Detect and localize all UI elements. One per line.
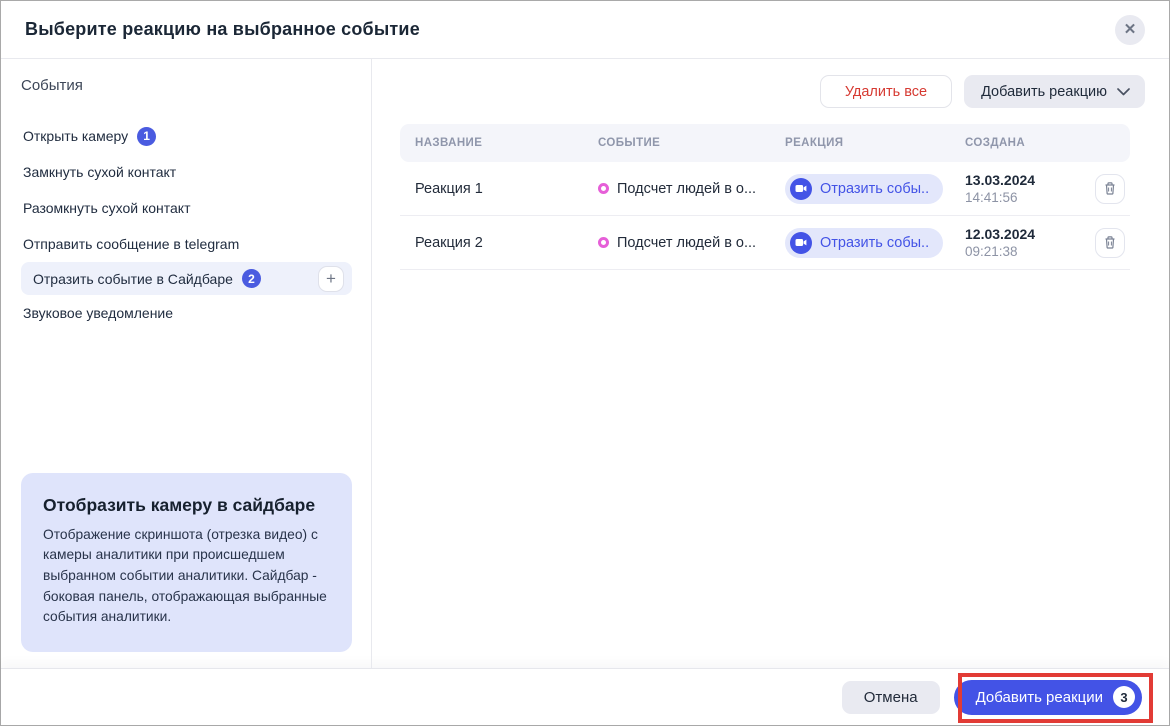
trash-icon <box>1103 181 1117 196</box>
sidebar-item-sound-notification[interactable]: Звуковое уведомление <box>1 295 371 331</box>
add-reaction-dropdown-button[interactable]: Добавить реакцию <box>964 75 1145 108</box>
modal-title: Выберите реакцию на выбранное событие <box>25 19 420 40</box>
reaction-cell: Отразить собы... <box>770 228 950 258</box>
sidebar-item-show-in-sidebar[interactable]: Отразить событие в Сайдбаре 2 + <box>21 262 352 295</box>
sidebar-item-open-dry-contact[interactable]: Разомкнуть сухой контакт <box>1 190 371 226</box>
add-reactions-label: Добавить реакции <box>976 689 1103 706</box>
created-date: 13.03.2024 <box>965 172 1075 188</box>
event-cell: Подсчет людей в о... <box>583 181 770 197</box>
sidebar-item-open-camera[interactable]: Открыть камеру 1 <box>1 118 371 154</box>
event-item-label: Отразить событие в Сайдбаре <box>33 271 233 287</box>
created-date: 12.03.2024 <box>965 226 1075 242</box>
sidebar-heading: События <box>1 77 371 94</box>
event-type-ring-icon <box>598 237 609 248</box>
sidebar-item-send-telegram[interactable]: Отправить сообщение в telegram <box>1 226 371 262</box>
count-badge: 2 <box>242 269 261 288</box>
reaction-pill[interactable]: Отразить собы... <box>785 174 943 204</box>
event-cell: Подсчет людей в о... <box>583 235 770 251</box>
event-item-label: Отправить сообщение в telegram <box>23 236 239 252</box>
event-item-label: Звуковое уведомление <box>23 305 173 321</box>
camera-icon <box>790 232 812 254</box>
close-button[interactable]: ✕ <box>1115 15 1145 45</box>
add-reaction-plus-button[interactable]: + <box>318 266 344 292</box>
created-time: 09:21:38 <box>965 244 1075 259</box>
add-reactions-button[interactable]: Добавить реакции 3 <box>954 680 1142 715</box>
camera-icon <box>790 178 812 200</box>
table-row: Реакция 1 Подсчет людей в о... <box>400 162 1130 216</box>
event-list: Открыть камеру 1 Замкнуть сухой контакт … <box>1 118 371 331</box>
count-badge: 1 <box>137 127 156 146</box>
reaction-pill-label: Отразить собы... <box>820 181 930 197</box>
column-header-name: НАЗВАНИЕ <box>400 137 583 149</box>
reactions-table: НАЗВАНИЕ СОБЫТИЕ РЕАКЦИЯ СОЗДАНА Реакция… <box>400 124 1130 270</box>
reaction-cell: Отразить собы... <box>770 174 950 204</box>
event-name: Подсчет людей в о... <box>617 181 756 197</box>
event-name: Подсчет людей в о... <box>617 235 756 251</box>
column-header-created: СОЗДАНА <box>950 137 1075 149</box>
modal-header: Выберите реакцию на выбранное событие ✕ <box>1 1 1169 59</box>
info-card-title: Отобразить камеру в сайдбаре <box>43 495 332 516</box>
actions-cell <box>1075 174 1130 204</box>
created-time: 14:41:56 <box>965 190 1075 205</box>
trash-icon <box>1103 235 1117 250</box>
reaction-pill-label: Отразить собы... <box>820 235 930 251</box>
add-reaction-dropdown-label: Добавить реакцию <box>981 84 1107 100</box>
event-type-ring-icon <box>598 183 609 194</box>
close-icon: ✕ <box>1124 22 1137 37</box>
modal-body: События Открыть камеру 1 Замкнуть сухой … <box>1 59 1169 668</box>
sidebar-item-close-dry-contact[interactable]: Замкнуть сухой контакт <box>1 154 371 190</box>
events-sidebar: События Открыть камеру 1 Замкнуть сухой … <box>1 59 372 668</box>
delete-all-button[interactable]: Удалить все <box>820 75 952 108</box>
reaction-modal: Выберите реакцию на выбранное событие ✕ … <box>0 0 1170 726</box>
event-item-label: Разомкнуть сухой контакт <box>23 200 191 216</box>
chevron-down-icon <box>1117 88 1130 96</box>
created-cell: 12.03.2024 09:21:38 <box>950 226 1075 259</box>
table-header-row: НАЗВАНИЕ СОБЫТИЕ РЕАКЦИЯ СОЗДАНА <box>400 124 1130 162</box>
cancel-button[interactable]: Отмена <box>842 681 940 714</box>
reaction-name: Реакция 1 <box>400 181 583 197</box>
actions-cell <box>1075 228 1130 258</box>
column-header-event: СОБЫТИЕ <box>583 137 770 149</box>
count-badge: 3 <box>1113 686 1135 708</box>
event-item-label: Замкнуть сухой контакт <box>23 164 176 180</box>
modal-footer: Отмена Добавить реакции 3 <box>1 668 1169 725</box>
toolbar: Удалить все Добавить реакцию <box>372 75 1145 108</box>
reaction-name: Реакция 2 <box>400 235 583 251</box>
created-cell: 13.03.2024 14:41:56 <box>950 172 1075 205</box>
column-header-reaction: РЕАКЦИЯ <box>770 137 950 149</box>
delete-row-button[interactable] <box>1095 228 1125 258</box>
table-row: Реакция 2 Подсчет людей в о... <box>400 216 1130 270</box>
info-card: Отобразить камеру в сайдбаре Отображение… <box>21 473 352 652</box>
reactions-content: Удалить все Добавить реакцию НАЗВАНИЕ СО… <box>372 59 1170 668</box>
plus-icon: + <box>326 270 336 287</box>
reaction-pill[interactable]: Отразить собы... <box>785 228 943 258</box>
event-item-label: Открыть камеру <box>23 128 128 144</box>
info-card-body: Отображение скриншота (отрезка видео) с … <box>43 525 332 628</box>
delete-row-button[interactable] <box>1095 174 1125 204</box>
